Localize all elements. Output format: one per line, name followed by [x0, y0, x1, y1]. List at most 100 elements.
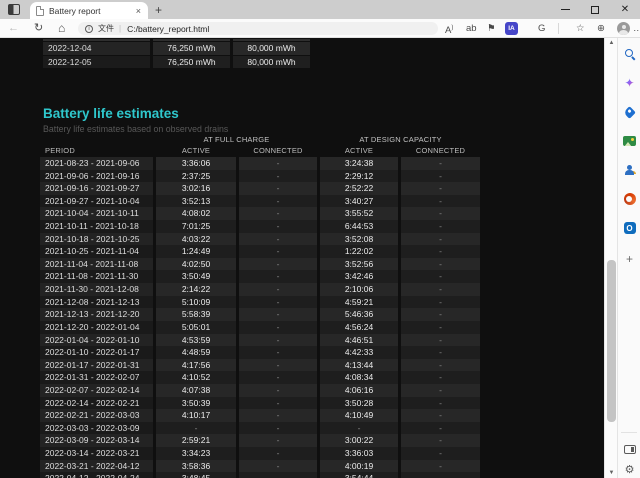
sidebar-panel-button[interactable]	[618, 438, 640, 460]
collections-icon[interactable]: ⊕	[597, 22, 605, 35]
minimize-icon	[560, 9, 570, 10]
table-row: 2021-09-27 - 2021-10-04 3:52:13-3:40:27-	[40, 194, 481, 208]
home-icon[interactable]: ⌂	[58, 22, 65, 35]
period-cell: 2022-03-21 - 2022-04-12	[40, 459, 153, 473]
value-cell: -	[156, 421, 236, 435]
scrollbar-thumb[interactable]	[607, 260, 616, 422]
value-cell: -	[239, 320, 317, 334]
value-cell: 2:37:25	[156, 169, 236, 183]
table-row: 2021-08-23 - 2021-09-06 3:36:06-3:24:38-	[40, 157, 481, 170]
address-bar[interactable]: i 文件 | C:/battery_report.html	[78, 22, 438, 35]
microsoft-365-icon	[623, 193, 636, 205]
period-cell: 2021-12-20 - 2022-01-04	[40, 320, 153, 334]
value-cell: 7:01:25	[156, 220, 236, 233]
value-cell: -	[401, 220, 480, 233]
value-cell: 4:59:21	[320, 295, 398, 309]
sidebar-outlook-button[interactable]: O	[618, 217, 640, 239]
value-cell: 3:52:13	[156, 194, 236, 208]
read-aloud-icon[interactable]: A)	[445, 22, 453, 37]
capacity-history-table: 2022-12-04 76,250 mWh 80,000 mWh 2022-12-05…	[43, 42, 310, 69]
browser-essentials-icon[interactable]: ⚑	[487, 22, 496, 35]
value-cell: -	[401, 371, 480, 384]
value-cell: -	[401, 333, 480, 347]
value-cell: -	[401, 295, 480, 309]
table-row: 2022-01-04 - 2022-01-10 4:53:59-4:46:51-	[40, 333, 481, 347]
table-row: 2022-01-31 - 2022-02-07 4:10:52-4:08:34-	[40, 371, 481, 384]
maximize-button[interactable]	[580, 0, 610, 19]
period-cell: 2022-12-05	[43, 55, 150, 68]
value-cell: 1:22:02	[320, 245, 398, 258]
sidebar-add-button[interactable]: +	[618, 248, 640, 270]
value-cell: -	[239, 371, 317, 384]
image-icon	[623, 136, 636, 146]
sidebar-microsoft-365-button[interactable]	[618, 188, 640, 210]
close-button[interactable]: ✕	[610, 0, 640, 19]
favorites-icon[interactable]: ☆	[576, 22, 585, 35]
page-icon	[36, 5, 44, 16]
edge-sidebar: ✦ O + ⚙	[617, 38, 640, 478]
table-row: 2021-10-04 - 2021-10-11 4:08:02-3:55:52-	[40, 207, 481, 221]
value-cell: -	[401, 346, 480, 359]
partial-row-sliver	[43, 39, 310, 41]
value-cell: 4:08:34	[320, 371, 398, 384]
refresh-icon[interactable]: ↻	[34, 22, 43, 35]
value-cell: 2:52:22	[320, 182, 398, 195]
tab-actions-icon[interactable]	[8, 4, 20, 15]
battery-report-page: 2022-12-04 76,250 mWh 80,000 mWh 2022-12-05…	[0, 38, 604, 478]
value-cell: 4:10:49	[320, 409, 398, 422]
value-cell: -	[401, 207, 480, 221]
value-cell: 6:44:53	[320, 220, 398, 233]
title-bar: Battery report × + ✕	[0, 0, 640, 19]
sidebar-panel-icon	[623, 444, 636, 454]
back-icon[interactable]: ←	[8, 22, 19, 35]
new-tab-button[interactable]: +	[155, 3, 162, 17]
value-cell: -	[239, 358, 317, 372]
period-cell: 2021-09-06 - 2021-09-16	[40, 169, 153, 183]
period-cell: 2022-03-03 - 2022-03-09	[40, 421, 153, 435]
value-cell: 76,250 mWh	[153, 42, 230, 55]
value-cell: -	[320, 421, 398, 435]
page-scrollbar[interactable]: ▲ ▼	[604, 38, 617, 478]
tab-close-icon[interactable]: ×	[135, 6, 142, 16]
value-cell: -	[401, 472, 480, 478]
value-cell: -	[401, 396, 480, 410]
extension-badge[interactable]: IA	[505, 22, 518, 35]
browser-tab[interactable]: Battery report ×	[30, 2, 148, 19]
value-cell: -	[401, 232, 480, 246]
value-cell: 3:50:28	[320, 396, 398, 410]
value-cell: -	[239, 447, 317, 460]
sidebar-image-button[interactable]	[618, 130, 640, 152]
minimize-button[interactable]	[550, 0, 580, 19]
translate-icon[interactable]: ab	[466, 22, 477, 35]
table-row: 2021-11-04 - 2021-11-08 4:02:50-3:52:56-	[40, 257, 481, 271]
table-row: 2021-11-30 - 2021-12-08 2:14:22-2:10:06-	[40, 283, 481, 296]
sidebar-settings-button[interactable]: ⚙	[618, 459, 640, 478]
table-row: 2022-02-07 - 2022-02-14 4:07:38-4:06:16-	[40, 383, 481, 397]
sidebar-people-button[interactable]	[618, 159, 640, 181]
value-cell: 2:14:22	[156, 283, 236, 296]
settings-gear-icon: ⚙	[624, 463, 635, 476]
period-cell: 2022-02-07 - 2022-02-14	[40, 383, 153, 397]
value-cell: -	[401, 245, 480, 258]
value-cell: -	[239, 434, 317, 448]
extension-icon[interactable]: G	[538, 22, 545, 35]
profile-avatar[interactable]	[617, 22, 630, 35]
period-cell: 2022-02-14 - 2022-02-21	[40, 396, 153, 410]
search-icon	[624, 49, 635, 59]
value-cell: -	[239, 270, 317, 284]
sidebar-copilot-button[interactable]: ✦	[618, 72, 640, 94]
period-cell: 2021-10-04 - 2021-10-11	[40, 207, 153, 221]
value-cell: -	[239, 220, 317, 233]
value-cell: 3:50:49	[156, 270, 236, 284]
sidebar-shopping-button[interactable]	[618, 101, 640, 123]
add-icon: +	[625, 252, 633, 266]
navigation-toolbar: ← ↻ ⌂ i 文件 | C:/battery_report.html A) a…	[0, 19, 640, 38]
site-info-icon[interactable]: i	[85, 24, 93, 33]
sidebar-search-button[interactable]	[618, 43, 640, 65]
address-url[interactable]: C:/battery_report.html	[127, 24, 209, 34]
period-cell: 2022-04-12 - 2022-04-24	[40, 472, 153, 478]
period-cell: 2021-11-08 - 2021-11-30	[40, 270, 153, 284]
value-cell: -	[401, 270, 480, 284]
table-row: 2022-02-14 - 2022-02-21 3:50:39-3:50:28-	[40, 396, 481, 410]
more-menu-icon[interactable]: …	[633, 22, 640, 35]
